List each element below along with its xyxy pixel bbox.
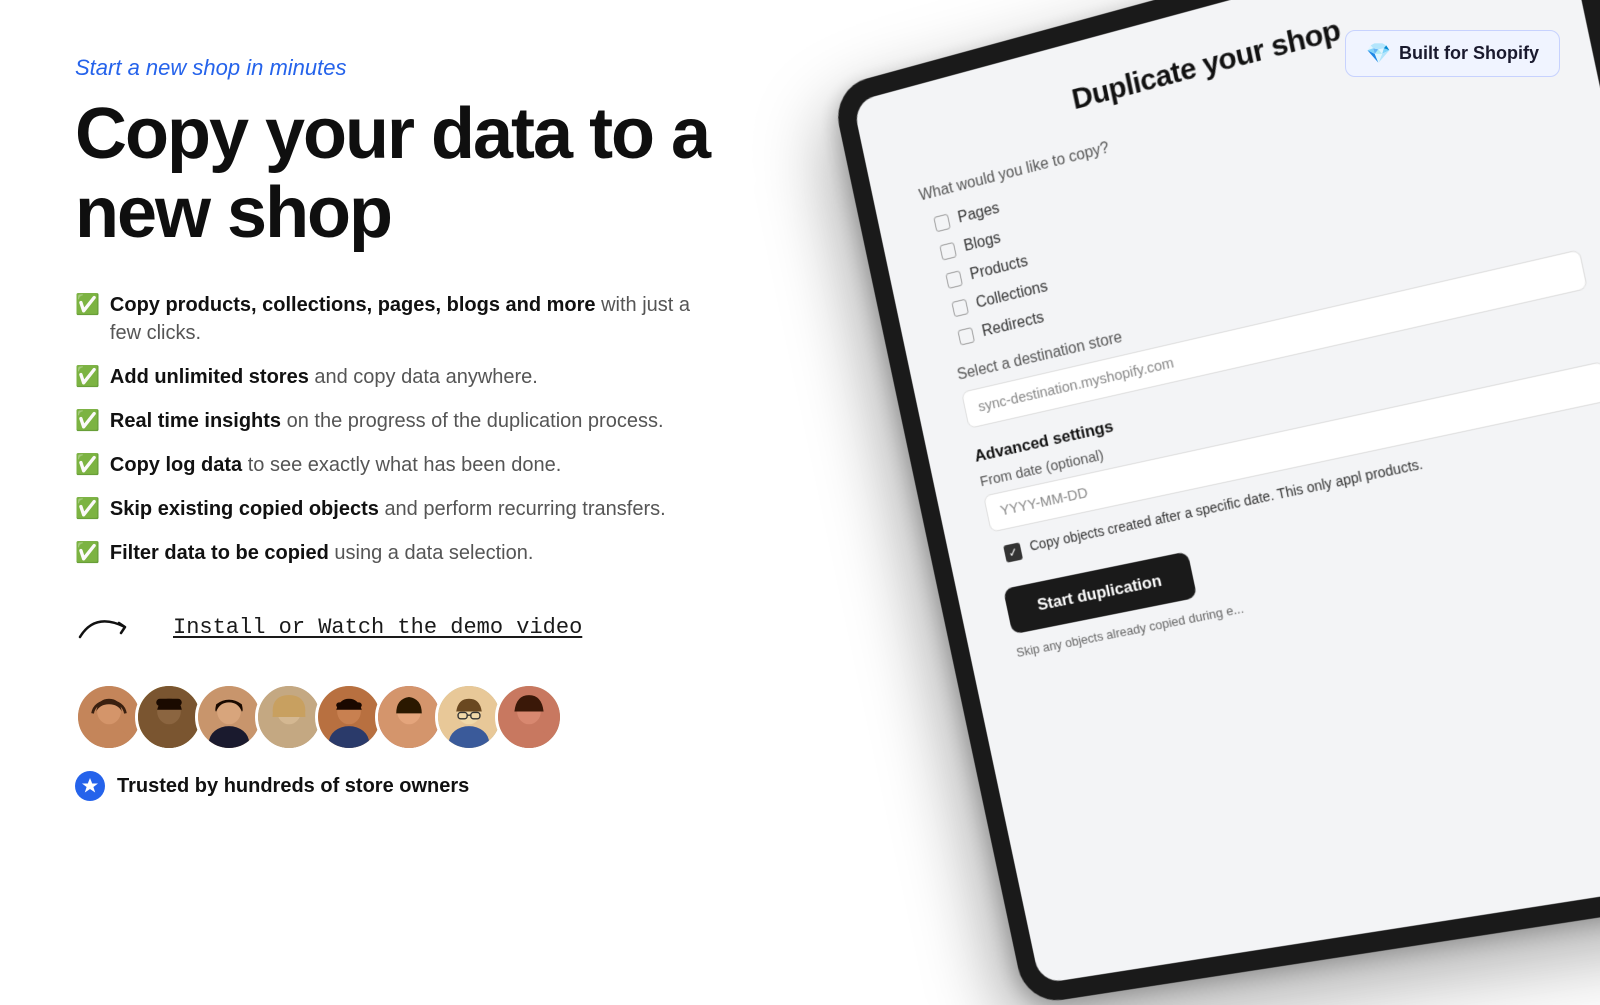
tagline: Start a new shop in minutes xyxy=(75,55,720,81)
feature-bold-6: Filter data to be copied xyxy=(110,542,329,564)
page-container: 💎 Built for Shopify Start a new shop in … xyxy=(0,0,1600,900)
tablet-outer: Duplicate your shop What would you like … xyxy=(831,0,1600,1005)
checkbox-pages-box[interactable] xyxy=(933,214,951,233)
feature-light-4: to see exactly what has been done. xyxy=(248,454,562,476)
checkbox-products-box[interactable] xyxy=(945,270,963,289)
checkbox-redirects-label: Redirects xyxy=(981,309,1046,341)
feature-light-2: and copy data anywhere. xyxy=(314,366,538,388)
check-icon-2: ✅ xyxy=(75,363,100,391)
checkbox-collections-label: Collections xyxy=(975,278,1050,312)
feature-text-1: Copy products, collections, pages, blogs… xyxy=(110,291,720,347)
feature-item-4: ✅ Copy log data to see exactly what has … xyxy=(75,451,720,479)
feature-bold-2: Add unlimited stores xyxy=(110,366,309,388)
copy-objects-checkbox-box[interactable]: ✓ xyxy=(1003,542,1023,562)
check-icon-6: ✅ xyxy=(75,539,100,567)
feature-item-5: ✅ Skip existing copied objects and perfo… xyxy=(75,495,720,523)
avatars-section xyxy=(75,683,720,751)
avatar-8 xyxy=(495,683,563,751)
feature-item-2: ✅ Add unlimited stores and copy data any… xyxy=(75,363,720,391)
feature-text-3: Real time insights on the progress of th… xyxy=(110,407,664,435)
features-list: ✅ Copy products, collections, pages, blo… xyxy=(75,291,720,567)
feature-light-3: on the progress of the duplication proce… xyxy=(287,410,664,432)
trusted-text: Trusted by hundreds of store owners xyxy=(117,775,469,798)
feature-bold-1: Copy products, collections, pages, blogs… xyxy=(110,294,596,316)
checkbox-products-label: Products xyxy=(969,253,1030,284)
feature-text-5: Skip existing copied objects and perform… xyxy=(110,495,666,523)
arrow-icon xyxy=(75,607,155,647)
feature-bold-4: Copy log data xyxy=(110,454,242,476)
checkbox-blogs-box[interactable] xyxy=(939,242,957,261)
feature-item-1: ✅ Copy products, collections, pages, blo… xyxy=(75,291,720,347)
shopify-badge-text: Built for Shopify xyxy=(1399,43,1539,64)
right-content: Duplicate your shop What would you like … xyxy=(780,0,1600,900)
check-icon-4: ✅ xyxy=(75,451,100,479)
checkbox-redirects-box[interactable] xyxy=(957,327,975,346)
tablet-screen: Duplicate your shop What would you like … xyxy=(853,0,1600,984)
main-title: Copy your data to a new shop xyxy=(75,95,720,253)
feature-bold-5: Skip existing copied objects xyxy=(110,498,379,520)
shopify-badge: 💎 Built for Shopify xyxy=(1345,30,1560,77)
avatar-3 xyxy=(195,683,263,751)
checkbox-pages-label: Pages xyxy=(956,200,1001,227)
feature-item-3: ✅ Real time insights on the progress of … xyxy=(75,407,720,435)
checkbox-collections-box[interactable] xyxy=(951,299,969,318)
feature-text-2: Add unlimited stores and copy data anywh… xyxy=(110,363,538,391)
avatar-6 xyxy=(375,683,443,751)
feature-text-6: Filter data to be copied using a data se… xyxy=(110,539,534,567)
feature-bold-3: Real time insights xyxy=(110,410,281,432)
tablet-wrapper: Duplicate your shop What would you like … xyxy=(831,0,1600,1005)
avatar-1 xyxy=(75,683,143,751)
trusted-row: Trusted by hundreds of store owners xyxy=(75,771,720,801)
feature-text-4: Copy log data to see exactly what has be… xyxy=(110,451,561,479)
checkbox-blogs-label: Blogs xyxy=(962,230,1002,256)
feature-item-6: ✅ Filter data to be copied using a data … xyxy=(75,539,720,567)
trusted-badge-icon xyxy=(75,771,105,801)
check-icon-5: ✅ xyxy=(75,495,100,523)
feature-light-5: and perform recurring transfers. xyxy=(384,498,665,520)
avatar-2 xyxy=(135,683,203,751)
feature-light-6: using a data selection. xyxy=(334,542,533,564)
check-icon-1: ✅ xyxy=(75,291,100,319)
check-icon-3: ✅ xyxy=(75,407,100,435)
demo-section: Install or Watch the demo video xyxy=(75,607,720,647)
avatar-5 xyxy=(315,683,383,751)
demo-text[interactable]: Install or Watch the demo video xyxy=(173,615,582,640)
avatar-4 xyxy=(255,683,323,751)
left-content: Start a new shop in minutes Copy your da… xyxy=(0,0,780,900)
avatar-7 xyxy=(435,683,503,751)
diamond-icon: 💎 xyxy=(1366,41,1391,66)
